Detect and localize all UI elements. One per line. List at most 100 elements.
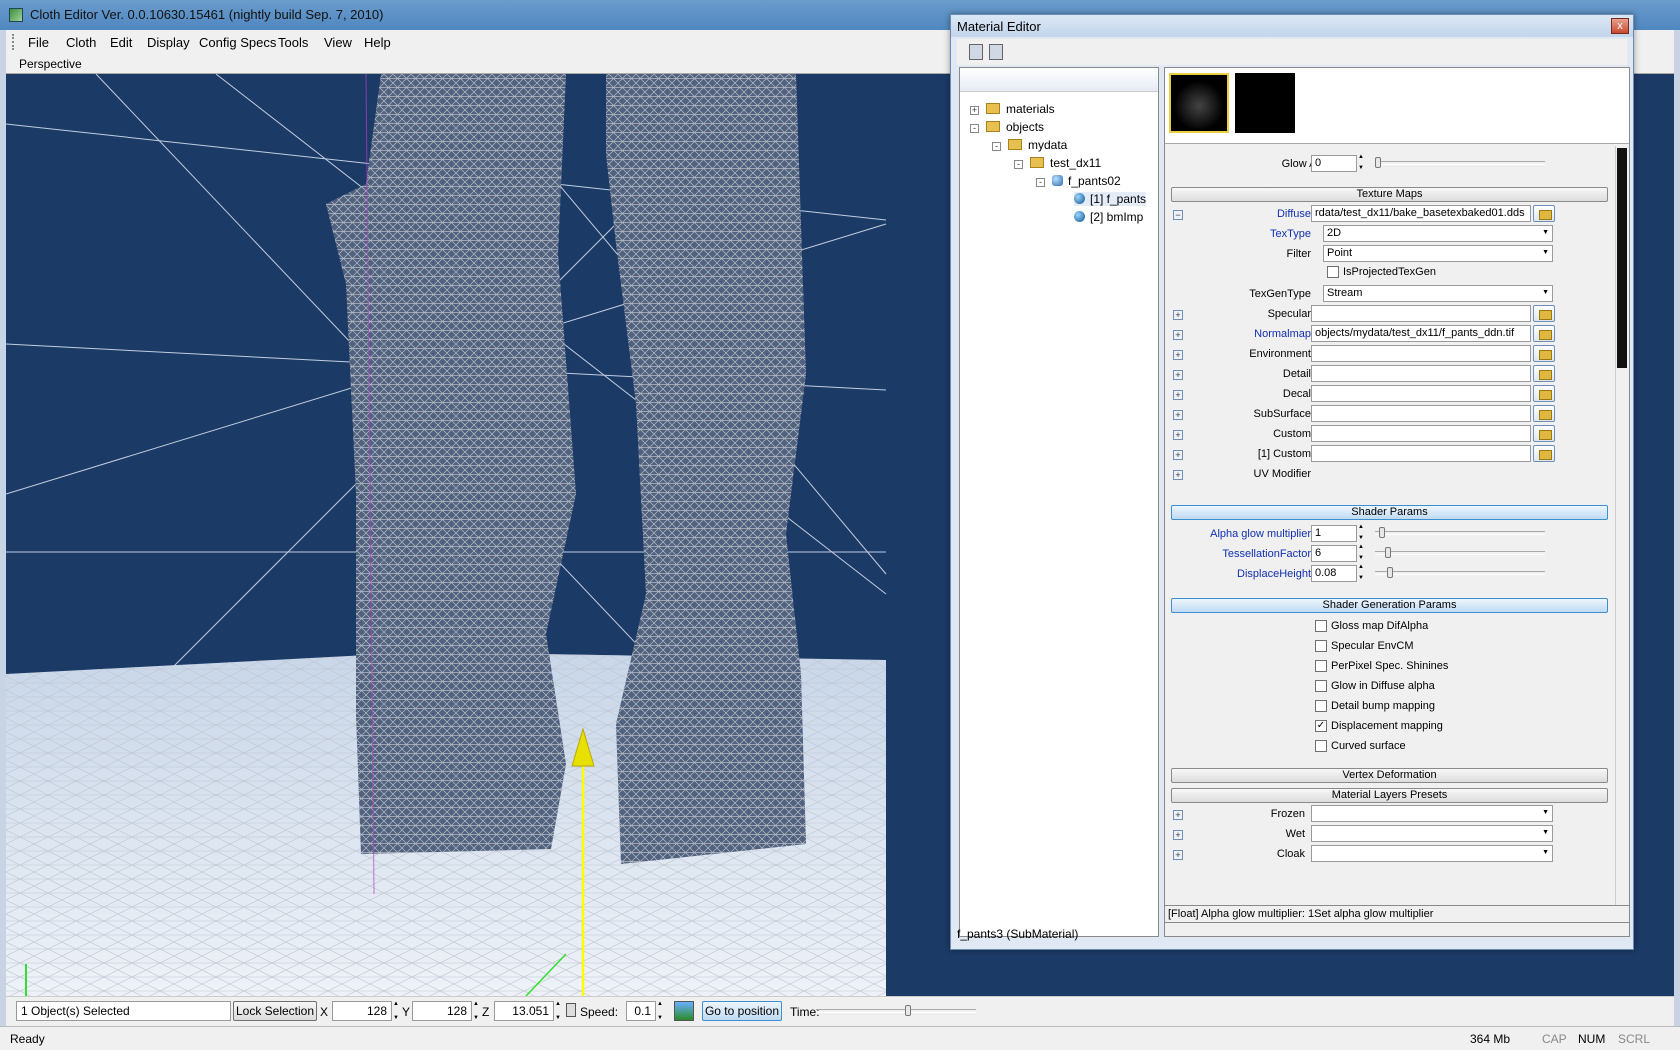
tree-item-submaterial-2[interactable]: [2] bmImp: [1074, 210, 1143, 224]
texture-maps-header[interactable]: Texture Maps: [1171, 187, 1608, 202]
material-tree[interactable]: + materials - objects - mydata - test_dx…: [959, 67, 1159, 937]
pick-material-icon[interactable]: [989, 44, 1003, 60]
slider-knob[interactable]: [1375, 157, 1381, 168]
menu-help[interactable]: Help: [364, 35, 391, 50]
menu-grip[interactable]: [12, 34, 15, 50]
menu-tools[interactable]: Tools: [278, 35, 308, 50]
collapse-objects-icon[interactable]: -: [970, 124, 979, 133]
decal-path-input[interactable]: [1311, 385, 1531, 402]
scrollbar-thumb[interactable]: [1617, 148, 1627, 368]
texgentype-select[interactable]: Stream: [1323, 285, 1553, 302]
normalmap-path-input[interactable]: objects/mydata/test_dx11/f_pants_ddn.tif: [1311, 325, 1531, 342]
tessellation-spinner[interactable]: [1357, 544, 1367, 561]
alpha-glow-slider[interactable]: [1375, 527, 1545, 538]
speed-spinner[interactable]: [656, 1001, 666, 1021]
shader-gen-checkbox[interactable]: [1315, 740, 1327, 752]
cloak-label: Cloak: [1276, 848, 1305, 860]
tree-item-test-dx11[interactable]: test_dx11: [1030, 156, 1101, 170]
slider-knob[interactable]: [1379, 527, 1385, 538]
shader-params-header[interactable]: Shader Params: [1171, 505, 1608, 520]
x-spinner[interactable]: [392, 1001, 402, 1021]
terrain-icon[interactable]: [674, 1001, 694, 1021]
thumbnail-selected[interactable]: [1169, 73, 1229, 133]
tree-item-mydata[interactable]: mydata: [1008, 138, 1067, 152]
y-spinner[interactable]: [472, 1001, 482, 1021]
z-spinner[interactable]: [554, 1001, 564, 1021]
lock-icon[interactable]: [566, 1003, 576, 1017]
expand-materials-icon[interactable]: +: [970, 106, 979, 115]
thumbnail-2[interactable]: [1235, 73, 1295, 133]
slider-knob[interactable]: [1387, 567, 1393, 578]
displace-height-spinner[interactable]: [1357, 564, 1367, 581]
tree-item-materials[interactable]: materials: [986, 102, 1055, 116]
alpha-glow-spinner[interactable]: [1357, 524, 1367, 541]
material-layers-presets-header[interactable]: Material Layers Presets: [1171, 788, 1608, 803]
custom1-browse-icon[interactable]: [1533, 445, 1555, 462]
custom-path-input[interactable]: [1311, 425, 1531, 442]
go-to-position-button[interactable]: Go to position: [702, 1001, 782, 1021]
diffuse-browse-icon[interactable]: [1533, 205, 1555, 222]
vertex-deformation-header[interactable]: Vertex Deformation: [1171, 768, 1608, 783]
shader-gen-checkbox[interactable]: [1315, 680, 1327, 692]
collapse-mydata-icon[interactable]: -: [992, 142, 1001, 151]
custom-browse-icon[interactable]: [1533, 425, 1555, 442]
normalmap-browse-icon[interactable]: [1533, 325, 1555, 342]
tessellation-input[interactable]: 6: [1311, 545, 1357, 562]
shader-generation-params-header[interactable]: Shader Generation Params: [1171, 598, 1608, 613]
alpha-glow-input[interactable]: 1: [1311, 525, 1357, 542]
filter-select[interactable]: Point: [1323, 245, 1553, 262]
menu-view[interactable]: View: [324, 35, 352, 50]
z-input[interactable]: 13.051: [494, 1001, 554, 1021]
displace-height-input[interactable]: 0.08: [1311, 565, 1357, 582]
wet-select[interactable]: [1311, 825, 1553, 842]
assign-material-icon[interactable]: [969, 44, 983, 60]
lock-selection-button[interactable]: Lock Selection: [233, 1001, 317, 1021]
menu-file[interactable]: File: [28, 35, 49, 50]
menu-cloth[interactable]: Cloth: [66, 35, 96, 50]
glow-amount-input[interactable]: 0: [1311, 155, 1357, 172]
menu-edit[interactable]: Edit: [110, 35, 132, 50]
menu-config-specs[interactable]: Config Specs: [199, 35, 276, 50]
properties-scrollbar[interactable]: [1615, 146, 1628, 906]
detail-path-input[interactable]: [1311, 365, 1531, 382]
specular-browse-icon[interactable]: [1533, 305, 1555, 322]
detail-browse-icon[interactable]: [1533, 365, 1555, 382]
diffuse-path-input[interactable]: rdata/test_dx11/bake_basetexbaked01.dds: [1311, 205, 1531, 222]
frozen-select[interactable]: [1311, 805, 1553, 822]
environment-browse-icon[interactable]: [1533, 345, 1555, 362]
collapse-f-pants02-icon[interactable]: -: [1036, 178, 1045, 187]
custom1-path-input[interactable]: [1311, 445, 1531, 462]
decal-browse-icon[interactable]: [1533, 385, 1555, 402]
glow-amount-spinner[interactable]: [1357, 154, 1367, 171]
tree-item-objects[interactable]: objects: [986, 120, 1044, 134]
subsurface-path-input[interactable]: [1311, 405, 1531, 422]
close-icon[interactable]: x: [1611, 18, 1629, 34]
shader-gen-checkbox[interactable]: [1315, 660, 1327, 672]
specular-path-input[interactable]: [1311, 305, 1531, 322]
environment-path-input[interactable]: [1311, 345, 1531, 362]
shader-gen-checkbox[interactable]: ✓: [1315, 720, 1327, 732]
slider-knob[interactable]: [1385, 547, 1391, 558]
glow-amount-slider[interactable]: [1375, 157, 1545, 168]
time-slider[interactable]: [816, 1005, 976, 1016]
cloak-select[interactable]: [1311, 845, 1553, 862]
shader-gen-checkbox[interactable]: [1315, 700, 1327, 712]
x-input[interactable]: 128: [332, 1001, 392, 1021]
textype-select[interactable]: 2D: [1323, 225, 1553, 242]
subsurface-browse-icon[interactable]: [1533, 405, 1555, 422]
menu-display[interactable]: Display: [147, 35, 190, 50]
time-slider-knob[interactable]: [905, 1005, 912, 1016]
shader-gen-checkbox[interactable]: [1315, 620, 1327, 632]
shader-gen-checkbox[interactable]: [1315, 640, 1327, 652]
tree-item-f-pants02[interactable]: f_pants02: [1052, 174, 1121, 188]
viewport-label: Perspective: [19, 57, 82, 71]
y-input[interactable]: 128: [412, 1001, 472, 1021]
speed-input[interactable]: 0.1: [626, 1001, 656, 1021]
y-label: Y: [402, 1005, 411, 1019]
tessellation-label: TessellationFactor: [1222, 548, 1311, 560]
tree-item-submaterial-1[interactable]: [1] f_pants: [1074, 192, 1147, 206]
isprojected-checkbox[interactable]: [1327, 266, 1339, 278]
displace-height-slider[interactable]: [1375, 567, 1545, 578]
tessellation-slider[interactable]: [1375, 547, 1545, 558]
collapse-test-dx11-icon[interactable]: -: [1014, 160, 1023, 169]
